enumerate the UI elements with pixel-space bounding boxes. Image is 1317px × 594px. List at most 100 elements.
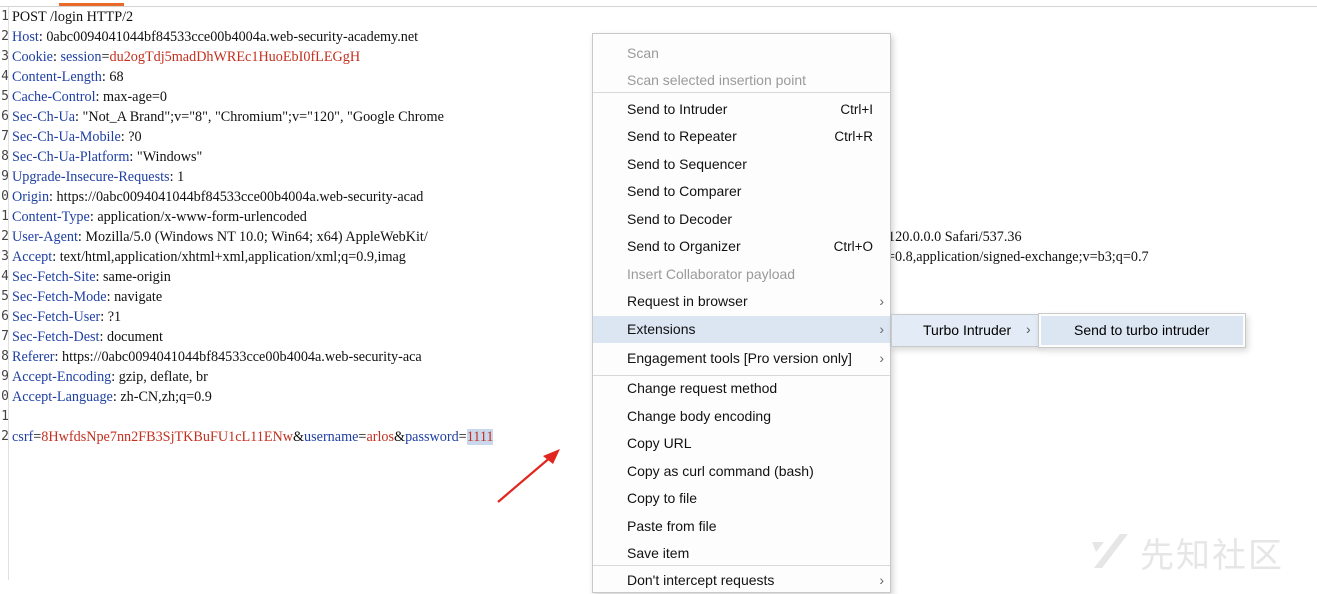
menu-item-label: Engagement tools [Pro version only] bbox=[627, 350, 852, 366]
menu-separator bbox=[593, 565, 890, 566]
header-value: zh-CN,zh;q=0.9 bbox=[120, 389, 212, 405]
param-name-csrf: csrf bbox=[12, 429, 34, 445]
request-line: Content-Length: 68 bbox=[12, 69, 124, 85]
line-number: 3 bbox=[1, 49, 9, 64]
line-number: 2 bbox=[1, 229, 9, 244]
menu-item-engagement-tools-pro-version-only[interactable]: Engagement tools [Pro version only] › bbox=[593, 345, 890, 372]
header-name: Cookie bbox=[12, 49, 53, 65]
menu-item-label: Extensions bbox=[627, 321, 696, 337]
line-number: 0 bbox=[1, 189, 9, 204]
line-number: 9 bbox=[1, 369, 9, 384]
menu-item-insert-collaborator-payload: Insert Collaborator payload bbox=[593, 261, 890, 288]
header-name: Referer bbox=[12, 349, 55, 365]
request-line-continuation: =0.8,application/signed-exchange;v=b3;q=… bbox=[887, 247, 1149, 267]
request-line: Cookie: session=du2ogTdj5madDhWREc1HuoEb… bbox=[12, 49, 361, 65]
line-number: 4 bbox=[1, 269, 9, 284]
header-value: Mozilla/5.0 (Windows NT 10.0; Win64; x64… bbox=[85, 229, 428, 245]
header-name: Accept bbox=[12, 249, 53, 265]
menu-item-label: Send to Comparer bbox=[627, 183, 742, 199]
header-value-tail: =0.8,application/signed-exchange;v=b3;q=… bbox=[887, 249, 1149, 265]
request-line: Content-Type: application/x-www-form-url… bbox=[12, 209, 307, 225]
menu-item-label: Send to Decoder bbox=[627, 211, 733, 227]
header-name: Upgrade-Insecure-Requests bbox=[12, 169, 170, 185]
header-name: Sec-Ch-Ua bbox=[12, 109, 76, 125]
menu-item-paste-from-file[interactable]: Paste from file bbox=[593, 513, 890, 540]
line-number-gutter: 1 2 3 4 5 6 7 8 9 0 1 2 3 4 5 6 7 8 9 0 1 2 bbox=[0, 7, 9, 580]
line-number: 9 bbox=[1, 169, 9, 184]
request-line: Referer: https://0abc0094041044bf84533cc… bbox=[12, 349, 422, 365]
header-name: Accept-Language bbox=[12, 389, 113, 405]
chevron-right-icon: › bbox=[879, 321, 884, 337]
header-name: Sec-Fetch-Mode bbox=[12, 289, 107, 305]
line-number: 6 bbox=[1, 109, 9, 124]
menu-item-label: Copy as curl command (bash) bbox=[627, 462, 814, 479]
request-line: Sec-Ch-Ua-Mobile: ?0 bbox=[12, 129, 142, 145]
active-tab-indicator bbox=[59, 3, 124, 6]
header-value: ?0 bbox=[128, 129, 142, 145]
chevron-right-icon: › bbox=[1026, 321, 1031, 337]
menu-item-label: Copy to file bbox=[627, 490, 698, 506]
header-value-tail: 120.0.0.0 Safari/537.36 bbox=[888, 229, 1022, 245]
menu-item-label: Request in browser bbox=[627, 293, 748, 309]
tab-strip bbox=[0, 0, 1317, 7]
request-line: Origin: https://0abc0094041044bf84533cce… bbox=[12, 189, 424, 205]
header-value: "Not_A Brand";v="8", "Chromium";v="120",… bbox=[82, 109, 444, 125]
menu-item-save-item[interactable]: Save item bbox=[593, 540, 890, 567]
menu-item-label: Copy URL bbox=[627, 435, 692, 451]
line-number: 3 bbox=[1, 249, 9, 264]
header-name: Cache-Control bbox=[12, 89, 96, 105]
header-value: application/x-www-form-urlencoded bbox=[97, 209, 307, 225]
request-body-line: csrf=8HwfdsNpe7nn2FB3SjTKBuFU1cL11ENw&us… bbox=[12, 429, 494, 445]
menu-item-send-to-decoder[interactable]: Send to Decoder bbox=[593, 206, 890, 233]
header-name: Sec-Fetch-Dest bbox=[12, 329, 100, 345]
line-number: 5 bbox=[1, 89, 9, 104]
menu-item-label: Change request method bbox=[627, 380, 778, 396]
watermark: 先知社区 bbox=[1090, 528, 1305, 576]
menu-item-send-to-repeater[interactable]: Send to Repeater Ctrl+R bbox=[593, 123, 890, 150]
menu-item-request-in-browser[interactable]: Request in browser › bbox=[593, 288, 890, 315]
request-line: POST /login HTTP/2 bbox=[12, 7, 133, 27]
menu-item-copy-url[interactable]: Copy URL bbox=[593, 430, 890, 457]
request-line: Sec-Fetch-Dest: document bbox=[12, 329, 163, 345]
header-value: document bbox=[106, 329, 163, 345]
header-value: 68 bbox=[109, 69, 124, 85]
header-value: "Windows" bbox=[136, 149, 203, 165]
menu-item-send-to-comparer[interactable]: Send to Comparer bbox=[593, 178, 890, 205]
header-value: same-origin bbox=[103, 269, 171, 285]
line-number: 7 bbox=[1, 329, 9, 344]
menu-item-scan-selected-insertion-point: Scan selected insertion point bbox=[593, 67, 890, 94]
menu-item-label: Send to Repeater bbox=[627, 128, 737, 144]
menu-item-send-to-turbo-intruder[interactable]: Send to turbo intruder bbox=[1041, 316, 1243, 345]
menu-item-label: Send to Intruder bbox=[627, 101, 728, 117]
chevron-right-icon: › bbox=[879, 293, 884, 309]
line-number: 8 bbox=[1, 349, 9, 364]
menu-item-label: Paste from file bbox=[627, 517, 717, 534]
menu-item-shortcut: Ctrl+I bbox=[840, 102, 873, 117]
watermark-text: 先知社区 bbox=[1140, 536, 1284, 576]
menu-item-change-body-encoding[interactable]: Change body encoding bbox=[593, 403, 890, 430]
menu-item-copy-to-file[interactable]: Copy to file bbox=[593, 485, 890, 512]
request-line-text: POST /login HTTP/2 bbox=[12, 9, 134, 25]
request-line: Accept-Language: zh-CN,zh;q=0.9 bbox=[12, 389, 212, 405]
header-name: Sec-Ch-Ua-Mobile bbox=[12, 129, 121, 145]
menu-item-extensions[interactable]: Extensions › bbox=[593, 316, 890, 343]
header-value: 1 bbox=[177, 169, 185, 185]
menu-item-send-to-organizer[interactable]: Send to Organizer Ctrl+O bbox=[593, 233, 890, 260]
request-line: Sec-Fetch-User: ?1 bbox=[12, 309, 122, 325]
turbo-intruder-submenu: Send to turbo intruder bbox=[1038, 313, 1246, 348]
request-line: Sec-Ch-Ua: "Not_A Brand";v="8", "Chromiu… bbox=[12, 109, 444, 125]
header-name: Sec-Ch-Ua-Platform bbox=[12, 149, 130, 165]
menu-item-send-to-sequencer[interactable]: Send to Sequencer bbox=[593, 151, 890, 178]
menu-item-send-to-intruder[interactable]: Send to Intruder Ctrl+I bbox=[593, 96, 890, 123]
menu-item-copy-as-curl-command-bash[interactable]: Copy as curl command (bash) bbox=[593, 458, 890, 485]
header-name: Origin bbox=[12, 189, 50, 205]
menu-item-turbo-intruder[interactable]: Turbo Intruder bbox=[923, 322, 1011, 338]
line-number: 1 bbox=[1, 9, 9, 24]
menu-item-don-t-intercept-requests[interactable]: Don't intercept requests › bbox=[593, 567, 890, 594]
chevron-right-icon: › bbox=[879, 350, 884, 366]
menu-item-label: Send to Organizer bbox=[627, 238, 741, 254]
request-line: User-Agent: Mozilla/5.0 (Windows NT 10.0… bbox=[12, 229, 428, 245]
line-number: 1 bbox=[1, 409, 9, 424]
request-line: Accept: text/html,application/xhtml+xml,… bbox=[12, 249, 406, 265]
menu-item-change-request-method[interactable]: Change request method bbox=[593, 375, 890, 402]
